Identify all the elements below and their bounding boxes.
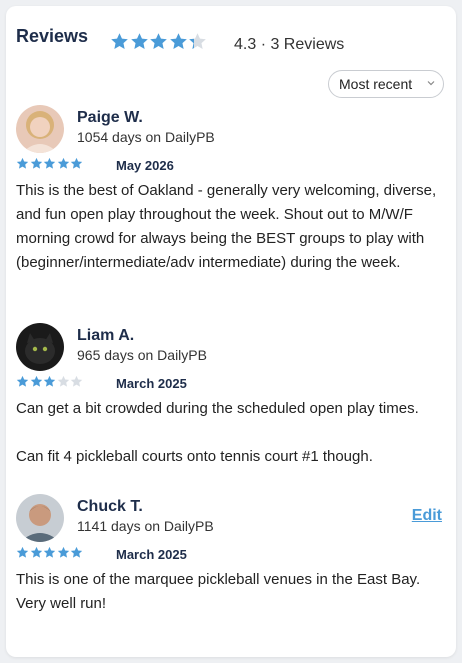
star-icon xyxy=(44,546,56,558)
edit-review-link[interactable]: Edit xyxy=(412,507,442,525)
star-icon xyxy=(30,157,42,169)
star-icon xyxy=(57,375,69,387)
review-text: This is the best of Oakland - generally … xyxy=(16,182,437,271)
reviews-title: Reviews xyxy=(16,26,89,46)
reviewer-tenure: 965 days on DailyPB xyxy=(77,347,207,363)
reviewer-tenure: 1054 days on DailyPB xyxy=(77,129,215,145)
review-date: May 2026 xyxy=(116,158,174,173)
review-rating-stars xyxy=(16,546,84,559)
avatar xyxy=(16,323,64,371)
star-icon xyxy=(44,157,56,169)
review-rating-stars xyxy=(16,157,84,170)
reviewer-name[interactable]: Liam A. xyxy=(77,327,134,345)
avatar xyxy=(16,105,64,153)
star-icon xyxy=(57,546,69,558)
reviewer-name[interactable]: Paige W. xyxy=(77,109,143,127)
avatar xyxy=(16,494,64,542)
review-text: Can get a bit crowded during the schedul… xyxy=(16,400,419,465)
star-icon xyxy=(111,33,128,49)
star-icon xyxy=(16,157,29,169)
star-icon xyxy=(71,157,83,169)
review-rating-stars xyxy=(16,375,84,388)
star-icon xyxy=(30,375,42,387)
review-date: March 2025 xyxy=(116,376,187,391)
star-icon xyxy=(169,33,187,49)
reviewer-tenure: 1141 days on DailyPB xyxy=(77,518,214,534)
star-icon xyxy=(16,546,29,558)
star-icon xyxy=(71,546,83,558)
review-date: March 2025 xyxy=(116,547,187,562)
star-icon xyxy=(44,375,56,387)
sort-selected-value: Most recent xyxy=(339,76,413,92)
sort-select[interactable]: Most recent xyxy=(328,70,444,98)
summary-rating-text: 4.3 · 3 Reviews xyxy=(234,36,345,53)
star-icon xyxy=(150,33,167,49)
reviews-card: Reviews 4.3 · 3 Reviews Most recent Paig… xyxy=(6,6,456,657)
star-icon xyxy=(189,33,206,49)
reviewer-name[interactable]: Chuck T. xyxy=(77,498,143,516)
star-icon xyxy=(71,375,83,387)
review-text: This is one of the marquee pickleball ve… xyxy=(16,571,421,612)
star-icon xyxy=(130,33,148,49)
star-icon xyxy=(30,546,42,558)
chevron-down-icon xyxy=(427,81,435,86)
summary-rating-stars xyxy=(110,32,208,51)
star-icon xyxy=(16,375,29,387)
star-icon xyxy=(57,157,69,169)
